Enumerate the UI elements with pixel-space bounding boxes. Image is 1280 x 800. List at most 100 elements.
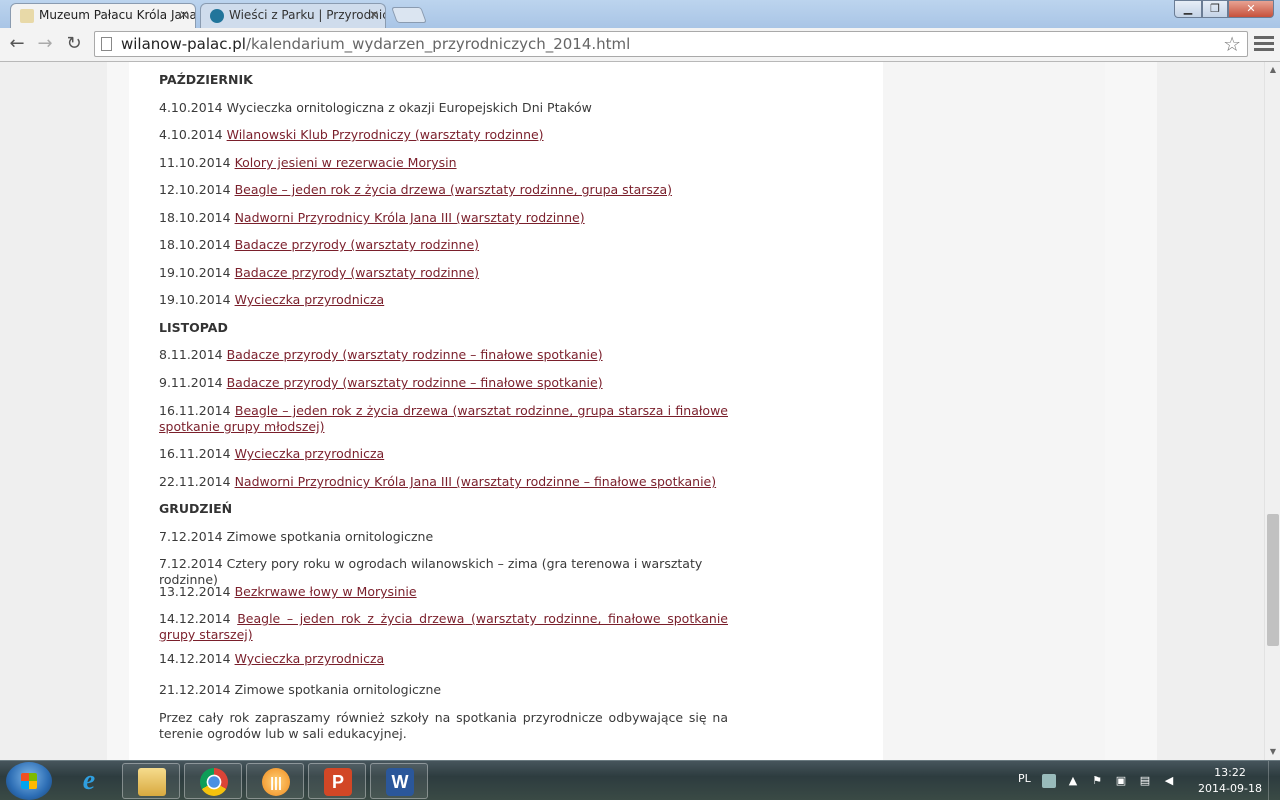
event-date: 13.12.2014 bbox=[159, 584, 231, 599]
taskbar-powerpoint[interactable]: P bbox=[308, 763, 366, 799]
event-date: 11.10.2014 bbox=[159, 155, 231, 170]
event-link[interactable]: Kolory jesieni w rezerwacie Morysin bbox=[235, 155, 457, 170]
month-heading: PAŹDZIERNIK bbox=[159, 72, 253, 87]
clock[interactable]: 13:22 2014-09-18 bbox=[1194, 765, 1266, 797]
event-item: 14.12.2014 Beagle – jeden rok z życia dr… bbox=[159, 611, 728, 643]
event-item: 4.10.2014 Wilanowski Klub Przyrodniczy (… bbox=[159, 127, 728, 143]
show-hidden-icons-icon[interactable]: ▲ bbox=[1066, 774, 1080, 788]
event-link[interactable]: Beagle – jeden rok z życia drzewa (warsz… bbox=[159, 403, 728, 434]
event-item: 7.12.2014 Zimowe spotkania ornitologiczn… bbox=[159, 529, 728, 545]
tab-strip: Muzeum Pałacu Króla Jana ✕ Wieści z Park… bbox=[0, 0, 1280, 28]
close-window-button[interactable]: ✕ bbox=[1228, 0, 1274, 18]
scroll-down-icon[interactable]: ▼ bbox=[1265, 744, 1280, 760]
page-right-margin bbox=[1105, 62, 1157, 760]
event-item: 18.10.2014 Nadworni Przyrodnicy Króla Ja… bbox=[159, 210, 728, 226]
browser-toolbar: ← → ↻ wilanow-palac.pl/kalendarium_wydar… bbox=[0, 28, 1280, 62]
address-bar[interactable]: wilanow-palac.pl/kalendarium_wydarzen_pr… bbox=[94, 31, 1248, 57]
event-title: Zimowe spotkania ornitologiczne bbox=[234, 682, 442, 697]
event-date: 14.12.2014 bbox=[159, 651, 231, 666]
minimize-button[interactable]: ▁ bbox=[1174, 0, 1202, 18]
taskbar-internet-explorer[interactable]: e bbox=[60, 763, 118, 799]
taskbar-word[interactable]: W bbox=[370, 763, 428, 799]
url-text[interactable]: wilanow-palac.pl/kalendarium_wydarzen_pr… bbox=[121, 35, 630, 53]
event-link[interactable]: Beagle – jeden rok z życia drzewa (warsz… bbox=[235, 182, 672, 197]
event-title: Cztery pory roku w ogrodach wilanowskich… bbox=[159, 556, 703, 587]
tab-title: Muzeum Pałacu Króla Jana bbox=[39, 8, 196, 22]
event-item: 14.12.2014 Wycieczka przyrodnicza bbox=[159, 651, 728, 667]
system-tray: PL ▲ ⚑ ▣ ▤ ◀ 13:22 2014-09-18 bbox=[1010, 761, 1280, 800]
event-date: 19.10.2014 bbox=[159, 292, 231, 307]
vertical-scrollbar[interactable]: ▲ ▼ bbox=[1264, 62, 1280, 760]
tab-wiesci[interactable]: Wieści z Parku | Przyrodnic ✕ bbox=[200, 3, 386, 28]
event-link[interactable]: Wycieczka przyrodnicza bbox=[235, 446, 385, 461]
event-date: 7.12.2014 bbox=[159, 556, 223, 571]
clock-date: 2014-09-18 bbox=[1198, 782, 1262, 795]
event-link[interactable]: Bezkrwawe łowy w Morysinie bbox=[235, 584, 417, 599]
taskbar-app[interactable]: ||| bbox=[246, 763, 304, 799]
event-link[interactable]: Nadworni Przyrodnicy Króla Jana III (war… bbox=[235, 210, 585, 225]
forward-arrow-icon[interactable]: → bbox=[33, 32, 57, 56]
event-link[interactable]: Badacze przyrody (warsztaty rodzinne – f… bbox=[227, 347, 603, 362]
event-item: 21.12.2014 Zimowe spotkania ornitologicz… bbox=[159, 682, 728, 698]
tab-close-icon[interactable]: ✕ bbox=[369, 4, 379, 27]
volume-muted-icon[interactable]: ◀ bbox=[1162, 774, 1176, 788]
tab-close-icon[interactable]: ✕ bbox=[179, 4, 189, 27]
maximize-button[interactable]: ❐ bbox=[1202, 0, 1228, 18]
event-date: 7.12.2014 bbox=[159, 529, 223, 544]
event-link[interactable]: Badacze przyrody (warsztaty rodzinne – f… bbox=[227, 375, 603, 390]
event-link[interactable]: Nadworni Przyrodnicy Króla Jana III (war… bbox=[235, 474, 717, 489]
bookmark-star-icon[interactable]: ☆ bbox=[1223, 32, 1241, 56]
url-domain: wilanow-palac.pl bbox=[121, 35, 246, 53]
folder-icon bbox=[138, 768, 166, 796]
taskbar-file-explorer[interactable] bbox=[122, 763, 180, 799]
event-link[interactable]: Wycieczka przyrodnicza bbox=[235, 292, 385, 307]
event-item: 12.10.2014 Beagle – jeden rok z życia dr… bbox=[159, 182, 728, 198]
event-link[interactable]: Wilanowski Klub Przyrodniczy (warsztaty … bbox=[227, 127, 544, 142]
language-indicator[interactable]: PL bbox=[1018, 772, 1031, 785]
action-center-flag-icon[interactable]: ⚑ bbox=[1090, 774, 1104, 788]
event-date: 19.10.2014 bbox=[159, 265, 231, 280]
event-item: 11.10.2014 Kolory jesieni w rezerwacie M… bbox=[159, 155, 728, 171]
event-item: 4.10.2014 Wycieczka ornitologiczna z oka… bbox=[159, 100, 728, 116]
sidebar-column bbox=[883, 62, 1105, 760]
event-date: 18.10.2014 bbox=[159, 210, 231, 225]
page-icon bbox=[101, 37, 112, 51]
event-title: Wycieczka ornitologiczna z okazji Europe… bbox=[226, 100, 592, 115]
tab-title: Wieści z Parku | Przyrodnic bbox=[229, 8, 386, 22]
keyboard-icon[interactable] bbox=[1042, 774, 1056, 788]
start-button[interactable] bbox=[6, 762, 52, 800]
event-item: 18.10.2014 Badacze przyrody (warsztaty r… bbox=[159, 237, 728, 253]
event-link[interactable]: Wycieczka przyrodnicza bbox=[235, 651, 385, 666]
new-tab-button[interactable] bbox=[391, 7, 427, 23]
taskbar: e ||| P W PL ▲ ⚑ ▣ ▤ ◀ 13:22 2014-09-18 bbox=[0, 760, 1280, 800]
event-date: 8.11.2014 bbox=[159, 347, 223, 362]
event-date: 22.11.2014 bbox=[159, 474, 231, 489]
event-date: 14.12.2014 bbox=[159, 611, 231, 626]
tab-muzeum[interactable]: Muzeum Pałacu Króla Jana ✕ bbox=[10, 3, 196, 28]
url-path: /kalendarium_wydarzen_przyrodniczych_201… bbox=[245, 35, 631, 53]
back-arrow-icon[interactable]: ← bbox=[5, 32, 29, 56]
month-heading: LISTOPAD bbox=[159, 320, 228, 335]
scrollbar-thumb[interactable] bbox=[1267, 514, 1279, 646]
word-icon: W bbox=[386, 768, 414, 796]
internet-explorer-icon: e bbox=[82, 765, 96, 796]
event-item: 19.10.2014 Wycieczka przyrodnicza bbox=[159, 292, 728, 308]
event-item: 8.11.2014 Badacze przyrody (warsztaty ro… bbox=[159, 347, 728, 363]
event-item: 13.12.2014 Bezkrwawe łowy w Morysinie bbox=[159, 584, 728, 600]
chrome-icon bbox=[200, 768, 228, 796]
reload-icon[interactable]: ↻ bbox=[62, 32, 86, 56]
event-link[interactable]: Beagle – jeden rok z życia drzewa (warsz… bbox=[159, 611, 728, 642]
event-link[interactable]: Badacze przyrody (warsztaty rodzinne) bbox=[235, 265, 479, 280]
device-icon[interactable]: ▣ bbox=[1114, 774, 1128, 788]
window-controls: ▁ ❐ ✕ bbox=[1174, 0, 1274, 18]
event-link[interactable]: Badacze przyrody (warsztaty rodzinne) bbox=[235, 237, 479, 252]
network-icon[interactable]: ▤ bbox=[1138, 774, 1152, 788]
event-date: 4.10.2014 bbox=[159, 127, 223, 142]
event-item: 22.11.2014 Nadworni Przyrodnicy Króla Ja… bbox=[159, 474, 728, 490]
clock-time: 13:22 bbox=[1214, 766, 1246, 779]
menu-icon[interactable] bbox=[1254, 33, 1274, 55]
show-desktop-button[interactable] bbox=[1268, 761, 1280, 800]
event-date: 4.10.2014 bbox=[159, 100, 223, 115]
scroll-up-icon[interactable]: ▲ bbox=[1265, 62, 1280, 78]
taskbar-chrome[interactable] bbox=[184, 763, 242, 799]
